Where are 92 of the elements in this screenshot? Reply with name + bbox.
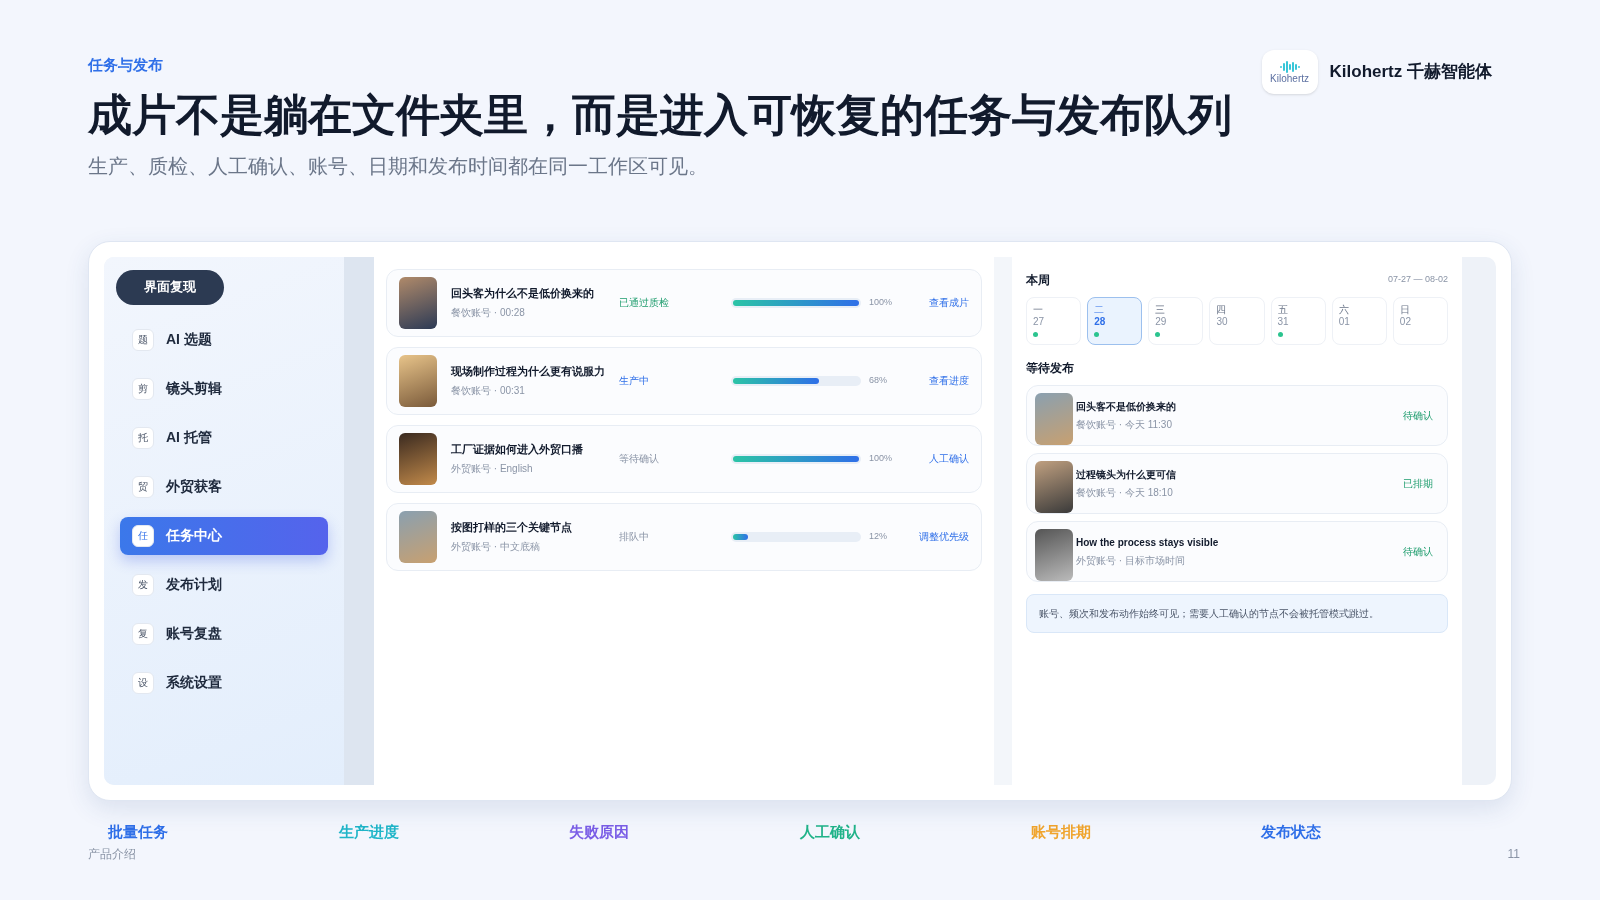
day-tile[interactable]: 六 01 [1331,296,1387,345]
day-number: 02 [1399,315,1412,328]
slide-subtitle: 生产、质检、人工确认、账号、日期和发布时间都在同一工作区可见。 [88,153,709,179]
section-label: 任务与发布 [88,55,164,75]
task-title: 回头客为什么不是低价换来的 [451,285,595,301]
sidebar-item[interactable]: 贸 外贸获客 [120,467,328,506]
photo-placeholder [399,510,437,563]
week-range: 07-27 — 08-02 [1387,272,1448,286]
sidebar-item[interactable]: 托 AI 托管 [120,418,328,457]
photo-placeholder [399,432,437,485]
wave-icon [1278,60,1301,73]
item-icon: 贸 [132,475,154,498]
sidebar-item[interactable]: 发 发布计划 [120,565,328,604]
weekday-label: 三 [1155,303,1167,316]
task-title: 现场制作过程为什么更有说服力 [451,363,606,379]
item-icon: 托 [132,426,154,449]
weekday-label: 五 [1277,303,1289,316]
feature-label: 发布状态 [1261,821,1323,842]
slide-title: 成片不是躺在文件夹里，而是进入可恢复的任务与发布队列 [88,88,1232,141]
task-action-link[interactable]: 人工确认 [929,451,969,466]
task-status: 已通过质检 [619,296,670,310]
task-title: 按图打样的三个关键节点 [451,519,573,535]
photo-placeholder [399,276,437,329]
sidebar-item[interactable]: 题 AI 选题 [120,320,328,359]
queue-item-meta: 外贸账号 · 目标市场时间 [1076,553,1186,568]
overlay-badge: 界面复现 [116,269,224,305]
task-meta: 外贸账号 · 中文底稿 [451,540,541,555]
item-icon: 设 [132,671,154,694]
day-tile[interactable]: 日 02 [1392,296,1448,345]
day-number: 31 [1277,315,1290,328]
logo-text: Kilohertz [1270,72,1309,84]
task-meta: 餐饮账号 · 00:31 [451,384,526,399]
feature-label: 人工确认 [800,821,861,842]
sidebar-item[interactable]: 复 账号复盘 [120,614,328,653]
task-meta: 餐饮账号 · 00:28 [451,306,526,321]
photo-placeholder [1035,393,1073,445]
info-note: 账号、频次和发布动作始终可见；需要人工确认的节点不会被托管模式跳过。 [1026,593,1448,633]
item-icon: 任 [132,524,154,547]
day-tile[interactable]: 三 29 [1148,296,1204,345]
day-tile[interactable]: 四 30 [1209,296,1265,345]
queue-item-meta: 餐饮账号 · 今天 11:30 [1076,417,1173,432]
day-tile[interactable]: 一 27 [1026,296,1082,345]
queue-item-meta: 餐饮账号 · 今天 18:10 [1076,485,1174,500]
footer-label: 产品介绍 [88,846,136,863]
task-status: 生产中 [619,374,650,388]
day-number: 30 [1216,315,1229,328]
brand-name: Kilohertz 千赫智能体 [1329,61,1492,84]
page-number: 11 [1507,846,1520,863]
item-icon: 剪 [132,377,154,400]
feature-label: 批量任务 [108,821,169,842]
weekday-label: 日 [1399,303,1411,316]
feature-label: 账号排期 [1030,821,1092,842]
task-meta: 外贸账号 · English [451,462,534,477]
sidebar-item[interactable]: 任 任务中心 [120,516,328,555]
queue-title: 等待发布 [1026,359,1075,377]
queue-status: 已排期 [1403,476,1433,491]
item-icon: 发 [132,573,154,596]
day-number: 01 [1338,315,1351,328]
day-tile[interactable]: 二 28 [1087,296,1143,345]
queue-item-title: 回头客不是低价换来的 [1076,399,1176,414]
photo-placeholder [399,354,437,407]
item-icon: 题 [132,328,154,351]
sidebar-item[interactable]: 剪 镜头剪辑 [120,369,328,408]
day-number: 27 [1033,315,1046,328]
progress-percent: 12% [869,529,888,543]
queue-status: 待确认 [1403,544,1433,559]
photo-placeholder [1035,461,1073,513]
day-tile[interactable]: 五 31 [1270,296,1326,345]
task-action-link[interactable]: 调整优先级 [919,529,969,544]
task-action-link[interactable]: 查看进度 [929,373,969,388]
weekday-label: 六 [1338,303,1350,316]
task-action-link[interactable]: 查看成片 [929,295,969,310]
progress-percent: 68% [869,373,888,387]
feature-label: 失败原因 [569,821,631,842]
weekday-label: 一 [1033,303,1044,316]
progress-percent: 100% [869,295,894,309]
week-title: 本周 [1026,271,1050,289]
sidebar-item[interactable]: 设 系统设置 [120,663,328,702]
weekday-label: 四 [1216,303,1228,316]
task-status: 等待确认 [619,452,660,466]
queue-item-title: 过程镜头为什么更可信 [1076,467,1176,482]
weekday-label: 二 [1094,303,1106,316]
photo-placeholder [1035,529,1073,581]
queue-item-title: How the process stays visible [1076,535,1219,550]
task-title: 工厂证据如何进入外贸口播 [451,441,584,457]
queue-status: 待确认 [1403,408,1433,423]
item-icon: 复 [132,622,154,645]
progress-percent: 100% [869,451,894,465]
feature-label: 生产进度 [338,821,400,842]
day-number: 28 [1094,315,1107,328]
day-number: 29 [1155,315,1168,328]
task-status: 排队中 [619,530,650,544]
